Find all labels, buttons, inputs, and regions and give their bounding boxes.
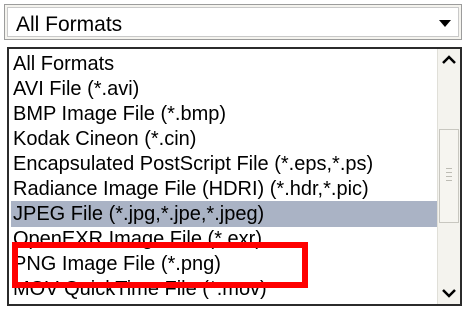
scroll-thumb[interactable]	[439, 129, 459, 223]
list-item-label: BMP Image File (*.bmp)	[13, 103, 227, 125]
chevron-down-icon	[442, 289, 456, 298]
scroll-down-button[interactable]	[438, 282, 460, 304]
list-item-label: OpenEXR Image File (*.exr)	[13, 228, 262, 250]
thumb-grip	[446, 180, 452, 181]
dropdown-arrow-button[interactable]	[434, 10, 456, 34]
list-item-bmp[interactable]: BMP Image File (*.bmp)	[11, 101, 439, 127]
list-item-cineon[interactable]: Kodak Cineon (*.cin)	[11, 126, 439, 152]
list-item-hdr[interactable]: Radiance Image File (HDRI) (*.hdr,*.pic)	[11, 176, 439, 202]
format-dropdown[interactable]: All Formats	[4, 4, 462, 40]
chevron-down-icon	[439, 20, 451, 27]
format-dropdown-field[interactable]: All Formats	[7, 7, 459, 37]
thumb-grip	[446, 176, 452, 177]
list-item-all-formats[interactable]: All Formats	[11, 51, 439, 77]
chevron-up-icon	[442, 55, 456, 64]
list-item-label: JPEG File (*.jpg,*.jpe,*.jpeg)	[13, 203, 265, 225]
thumb-grip	[446, 172, 452, 173]
list-item-label: Encapsulated PostScript File (*.eps,*.ps…	[13, 153, 374, 175]
format-dropdown-value: All Formats	[16, 13, 123, 36]
list-item-exr[interactable]: OpenEXR Image File (*.exr)	[11, 226, 439, 252]
format-list[interactable]: All Formats AVI File (*.avi) BMP Image F…	[7, 47, 462, 306]
list-item-eps[interactable]: Encapsulated PostScript File (*.eps,*.ps…	[11, 151, 439, 177]
thumb-grip	[446, 168, 452, 169]
scroll-up-button[interactable]	[438, 49, 460, 71]
list-item-mov[interactable]: MOV QuickTime File (*.mov)	[11, 276, 439, 302]
list-item-label: AVI File (*.avi)	[13, 78, 140, 100]
list-scrollbar[interactable]	[437, 49, 460, 304]
list-item-label: All Formats	[13, 53, 115, 75]
list-item-avi[interactable]: AVI File (*.avi)	[11, 76, 439, 102]
list-item-label: PNG Image File (*.png)	[13, 253, 221, 275]
list-item-label: MOV QuickTime File (*.mov)	[13, 278, 267, 300]
list-item-jpeg[interactable]: JPEG File (*.jpg,*.jpe,*.jpeg)	[11, 201, 439, 227]
list-item-label: Kodak Cineon (*.cin)	[13, 128, 197, 150]
list-item-png[interactable]: PNG Image File (*.png)	[11, 251, 439, 277]
list-item-label: Radiance Image File (HDRI) (*.hdr,*.pic)	[13, 178, 369, 200]
